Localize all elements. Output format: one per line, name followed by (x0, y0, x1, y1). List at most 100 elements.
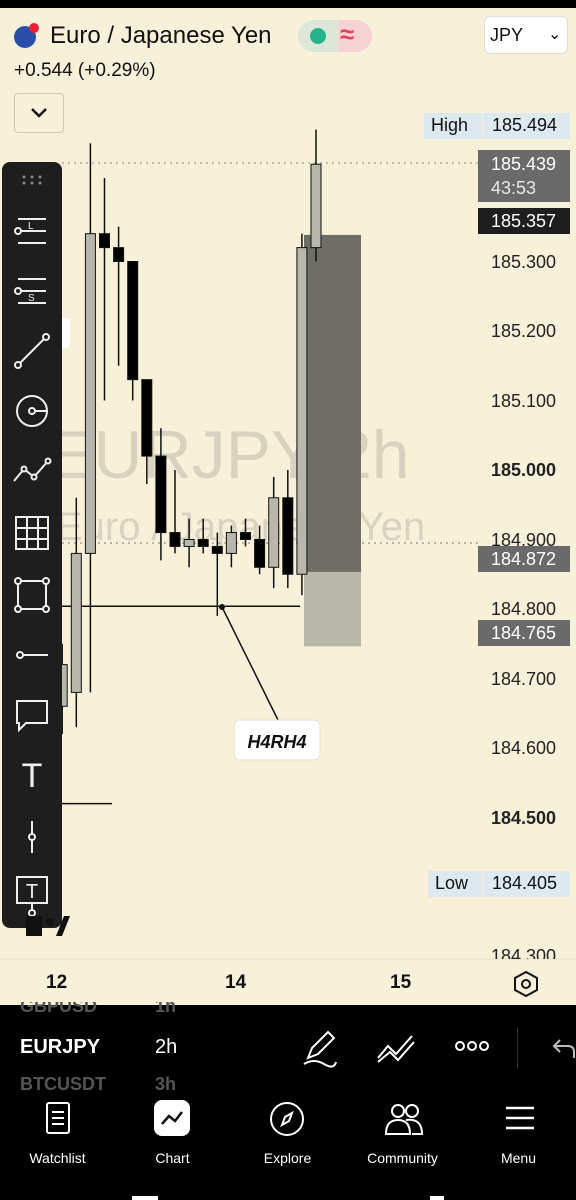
short-position-icon: S (14, 278, 46, 304)
high-label: High (431, 115, 469, 135)
menu-icon[interactable] (504, 1104, 536, 1132)
price-tick: 184.800 (491, 599, 557, 619)
anchored-text-tool[interactable]: T (2, 870, 62, 920)
grid-icon (15, 516, 49, 550)
grid-tool[interactable] (2, 508, 62, 558)
nav-community[interactable]: Community (345, 1150, 460, 1166)
svg-text:T: T (22, 757, 43, 795)
bar-countdown: 43:53 (491, 178, 537, 198)
horizontal-ray-tool[interactable] (2, 630, 62, 680)
nav-chart[interactable]: Chart (115, 1150, 230, 1166)
text-tool[interactable]: T (2, 750, 62, 800)
next-symbol[interactable]: BTCUSDT (20, 1074, 106, 1090)
candle-down (282, 497, 294, 575)
candle-up (296, 247, 308, 575)
nav-explore[interactable]: Explore (230, 1150, 345, 1166)
high-value: 185.494 (492, 115, 558, 135)
stop-zone[interactable] (304, 571, 361, 647)
candle-up (183, 539, 195, 547)
price-tick: 185.000 (491, 460, 557, 480)
trend-line-tool[interactable] (2, 326, 62, 376)
system-nav-hint (430, 1196, 444, 1200)
range-upper-value: 184.872 (491, 549, 557, 569)
candle-down (240, 532, 251, 540)
candle-down (127, 261, 139, 381)
candle-down (211, 545, 223, 554)
candle-up (84, 233, 96, 554)
long-position-tool[interactable]: L (2, 206, 62, 256)
toolbar-divider (517, 1028, 518, 1068)
indicators-icon[interactable] (374, 1030, 418, 1066)
trend-line-icon (14, 333, 50, 369)
drag-handle[interactable] (2, 162, 62, 198)
vertical-line-icon (28, 821, 36, 853)
anchored-text-icon: T (16, 876, 48, 917)
svg-text:L: L (28, 221, 34, 232)
nav-watchlist[interactable]: Watchlist (0, 1150, 115, 1166)
watermark-name: Euro / Japanese Yen (56, 505, 425, 549)
nav-menu[interactable]: Menu (461, 1150, 576, 1166)
svg-text:S: S (28, 293, 35, 304)
prev-interval: 1h (155, 1002, 177, 1016)
current-price: 185.439 (491, 154, 557, 174)
low-value: 184.405 (492, 873, 558, 893)
circle-icon (16, 395, 48, 427)
draw-pen-icon[interactable] (300, 1028, 340, 1068)
polyline-tool[interactable] (2, 446, 62, 496)
candle-down (254, 539, 266, 568)
watchlist-icon[interactable] (44, 1100, 72, 1136)
candle-up (310, 163, 322, 249)
annotation-label: H4RH4 (247, 732, 306, 752)
candle-down (141, 379, 153, 457)
candle-up (268, 497, 280, 568)
polyline-icon (13, 457, 52, 482)
prev-symbol[interactable]: GBPUSD (20, 1002, 97, 1018)
price-tick: 184.700 (491, 669, 557, 689)
long-position-icon: L (14, 218, 46, 244)
annotation-pointer (221, 606, 279, 721)
compass-icon[interactable] (268, 1100, 306, 1138)
rectangle-icon (14, 577, 50, 613)
date-tick: 14 (225, 972, 247, 993)
price-tick: 184.600 (491, 738, 557, 758)
horizontal-ray-icon (16, 651, 48, 659)
community-icon[interactable] (384, 1102, 424, 1136)
price-tick: 185.100 (491, 391, 557, 411)
chart-settings-icon[interactable] (512, 970, 540, 998)
dark-price-value: 185.357 (491, 211, 557, 231)
rectangle-tool[interactable] (2, 570, 62, 620)
vertical-line-tool[interactable] (2, 812, 62, 862)
target-zone[interactable] (304, 234, 361, 572)
date-tick: 15 (390, 972, 412, 993)
tradingview-logo-icon (26, 916, 70, 936)
short-position-tool[interactable]: S (2, 266, 62, 316)
candle-down (155, 455, 167, 534)
comment-icon (16, 700, 48, 733)
chart-icon[interactable] (158, 1106, 186, 1130)
svg-text:T: T (26, 881, 38, 903)
system-nav-hint (132, 1196, 158, 1200)
candle-down (169, 532, 181, 547)
undo-icon[interactable] (548, 1034, 576, 1062)
next-interval: 3h (155, 1074, 177, 1090)
candle-down (99, 233, 110, 249)
candle-up (70, 552, 82, 693)
price-tick: 185.200 (491, 321, 557, 341)
date-tick: 12 (46, 972, 68, 993)
more-options-icon[interactable] (452, 1036, 492, 1056)
price-tick: 184.500 (491, 808, 557, 828)
candle-up (225, 532, 237, 554)
candle-down (197, 539, 209, 547)
candle-down (113, 247, 125, 263)
drawing-toolbar: L S T T (2, 162, 62, 928)
toolbar-edge-handle[interactable] (62, 318, 70, 348)
annotation-anchor (219, 604, 225, 610)
drag-handle-icon (22, 175, 42, 185)
price-tick: 185.300 (491, 252, 557, 272)
active-interval[interactable]: 2h (155, 1036, 177, 1059)
low-label: Low (435, 873, 469, 893)
comment-tool[interactable] (2, 690, 62, 740)
circle-tool[interactable] (2, 386, 62, 436)
text-icon: T (22, 757, 43, 795)
active-symbol[interactable]: EURJPY (20, 1036, 100, 1059)
